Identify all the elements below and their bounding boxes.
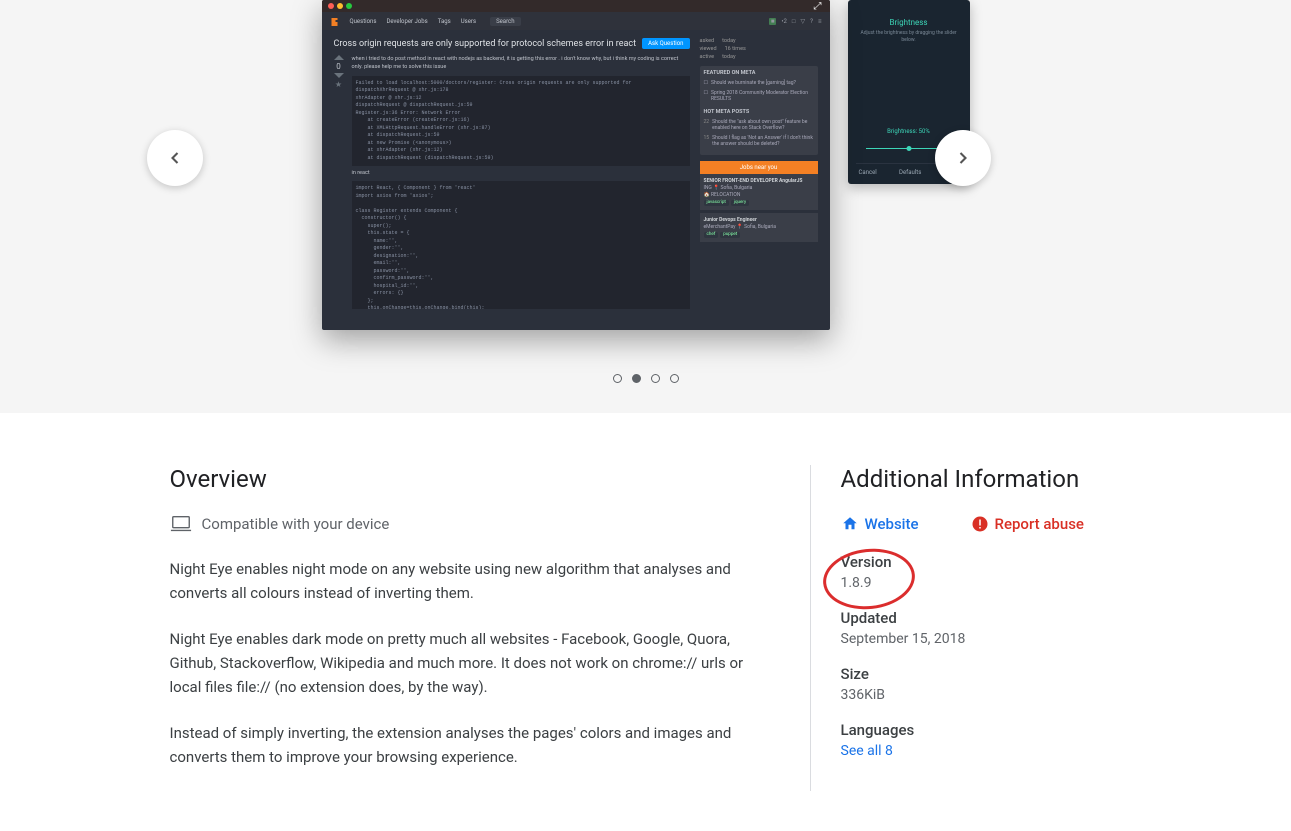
size-block: Size 336KiB: [841, 665, 1122, 703]
ask-question-button: Ask Question: [642, 38, 689, 49]
languages-block: Languages See all 8: [841, 721, 1122, 759]
report-abuse-link[interactable]: Report abuse: [971, 515, 1084, 533]
brightness-desc: Adjust the brightness by dragging the sl…: [856, 30, 962, 43]
defaults-button: Defaults: [899, 169, 921, 176]
cancel-button: Cancel: [859, 169, 877, 176]
stackoverflow-logo-icon: [330, 16, 340, 26]
additional-info-section: Additional Information Website Report ab…: [810, 465, 1122, 791]
window-close-icon: [328, 3, 334, 9]
upvote-icon: [334, 55, 344, 60]
jobs-box: Jobs near you SENIOR FRONT-END DEVELOPER…: [700, 161, 818, 243]
in-react-label: in react: [352, 169, 690, 177]
screenshot-gallery: ⤢ Questions Developer Jobs Tags Users Se…: [0, 0, 1291, 413]
languages-label: Languages: [841, 721, 1122, 739]
compatible-text: Compatible with your device: [202, 515, 390, 533]
topnav-search: Search: [490, 17, 520, 26]
version-label: Version: [841, 553, 1122, 571]
favorite-icon: ★: [335, 80, 342, 89]
pager-dot-2[interactable]: [651, 374, 660, 383]
question-title: Cross origin requests are only supported…: [334, 39, 637, 49]
gallery-prev-button[interactable]: [147, 130, 203, 186]
gallery-pagination: [0, 374, 1291, 383]
updated-label: Updated: [841, 609, 1122, 627]
gallery-next-button[interactable]: [935, 130, 991, 186]
overview-section: Overview Compatible with your device Nig…: [170, 465, 770, 791]
gallery-slide-main[interactable]: ⤢ Questions Developer Jobs Tags Users Se…: [322, 0, 830, 330]
website-link[interactable]: Website: [841, 515, 919, 533]
size-label: Size: [841, 665, 1122, 683]
chevron-right-icon: [953, 148, 973, 168]
updated-value: September 15, 2018: [841, 631, 1122, 647]
overview-heading: Overview: [170, 465, 770, 493]
pager-dot-1[interactable]: [632, 374, 641, 383]
size-value: 336KiB: [841, 687, 1122, 703]
alert-icon: [971, 515, 989, 533]
window-minimize-icon: [337, 3, 343, 9]
code-block-error: Failed to load localhost:5000/doctors/re…: [352, 76, 690, 167]
topnav-item: Questions: [350, 18, 377, 25]
pager-dot-0[interactable]: [613, 374, 622, 383]
pager-dot-3[interactable]: [670, 374, 679, 383]
topnav-item: Developer Jobs: [386, 18, 427, 25]
question-intro: when i tried to do post method in react …: [352, 55, 690, 72]
info-heading: Additional Information: [841, 465, 1122, 493]
topnav-item: Users: [461, 18, 476, 25]
featured-meta-box: FEATURED ON META ☐Should we burninate th…: [700, 66, 818, 155]
brightness-value: Brightness: 50%: [856, 128, 962, 135]
vote-controls: 0 ★: [334, 55, 344, 312]
topnav-right-icons: ■•2□▽?≡: [769, 18, 822, 25]
languages-see-all-link[interactable]: See all 8: [841, 743, 1122, 759]
brightness-title: Brightness: [856, 18, 962, 27]
laptop-icon: [170, 515, 192, 533]
chevron-left-icon: [165, 148, 185, 168]
overview-paragraph: Night Eye enables night mode on any webs…: [170, 557, 770, 605]
updated-block: Updated September 15, 2018: [841, 609, 1122, 647]
downvote-icon: [334, 73, 344, 78]
overview-paragraph: Instead of simply inverting, the extensi…: [170, 721, 770, 769]
topnav-item: Tags: [438, 18, 451, 25]
window-maximize-icon: [346, 3, 352, 9]
code-block-react: import React, { Component } from 'react'…: [352, 181, 690, 309]
overview-paragraph: Night Eye enables dark mode on pretty mu…: [170, 627, 770, 699]
home-icon: [841, 515, 859, 533]
version-value: 1.8.9: [841, 575, 1122, 591]
version-block: Version 1.8.9: [841, 553, 1122, 591]
expand-icon: ⤢: [814, 1, 822, 12]
